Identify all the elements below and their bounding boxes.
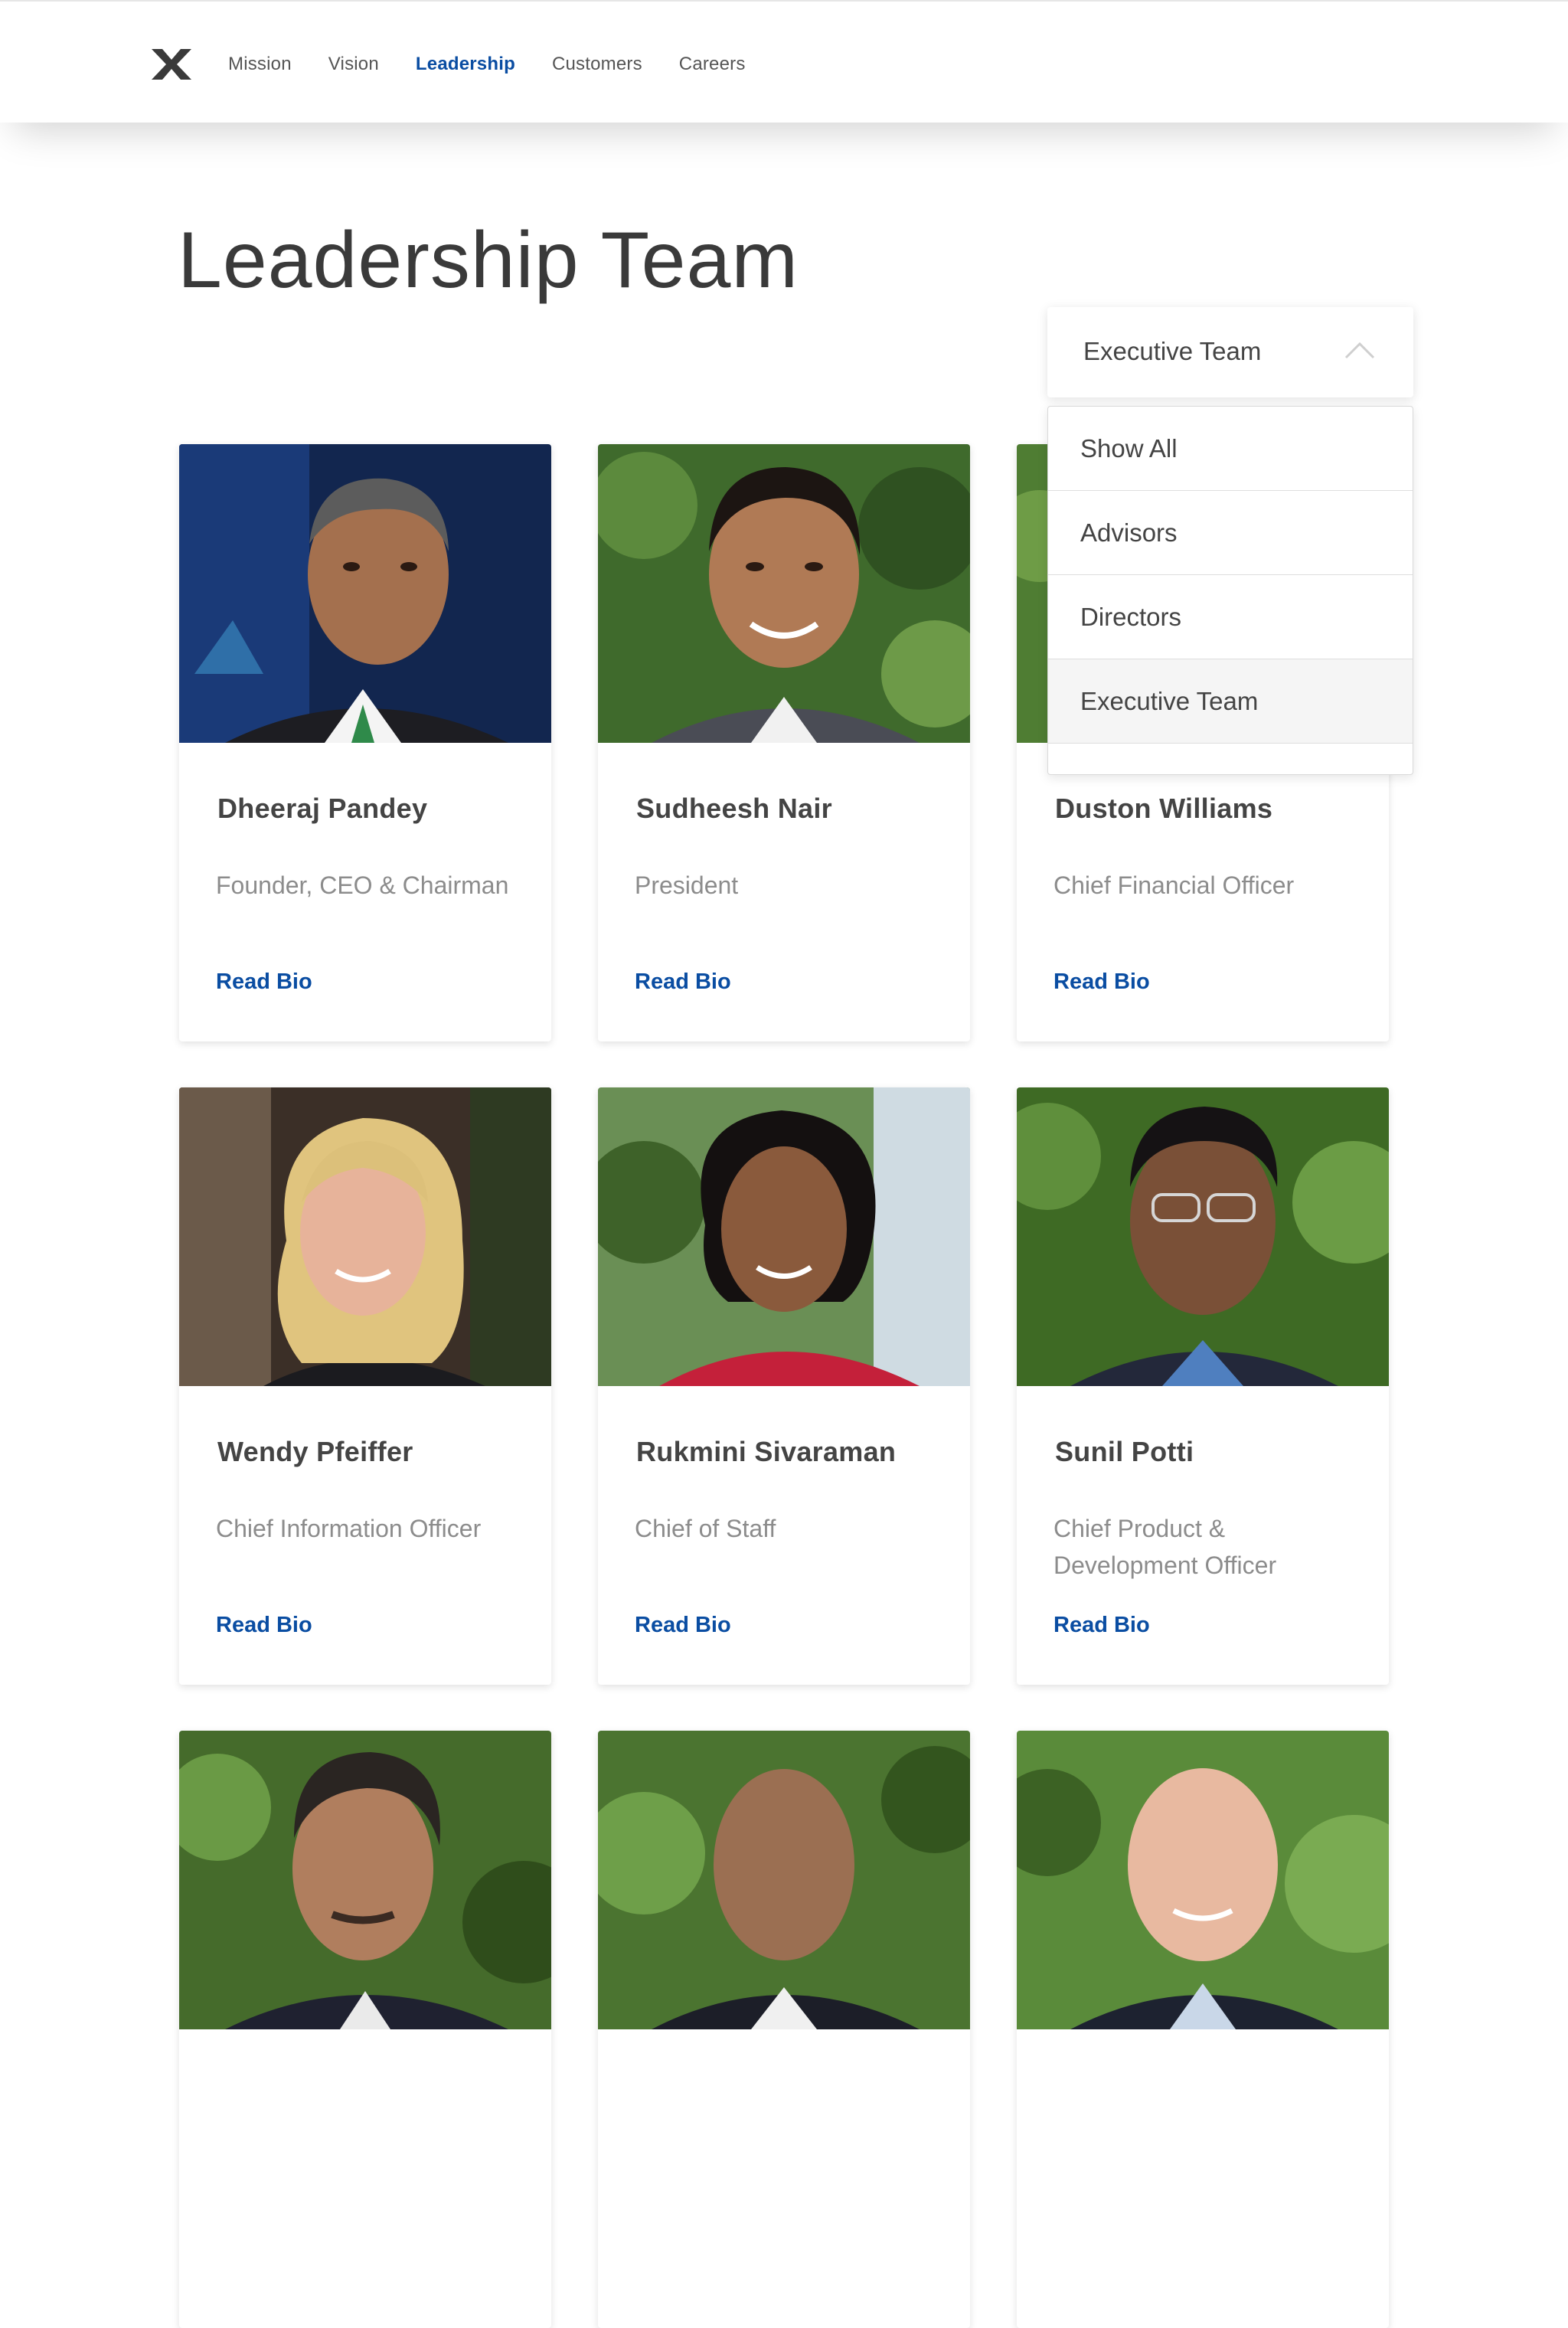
menu-item-directors[interactable]: Directors [1048,575,1413,659]
member-name: Rukmini Sivaraman [636,1436,897,1467]
read-bio-link[interactable]: Read Bio [216,1613,312,1638]
member-role: Chief Financial Officer [1054,871,1295,899]
read-bio-link[interactable]: Read Bio [635,969,731,995]
member-role: Founder, CEO & Chairman [216,871,509,899]
team-card [598,1731,970,2328]
top-navbar: Mission Vision Leadership Customers Care… [0,0,1568,123]
nav-link-vision[interactable]: Vision [328,51,379,78]
nav-link-careers[interactable]: Careers [679,51,746,78]
portrait-photo [179,1731,551,2029]
dropdown-selected-value: Executive Team [1083,337,1262,365]
team-card: Wendy Pfeiffer Chief Information Officer… [179,1087,551,1685]
team-card: Sudheesh Nair President Read Bio [598,444,970,1041]
portrait-photo [1017,1087,1389,1386]
menu-item-show-all[interactable]: Show All [1048,407,1413,491]
team-card: Rukmini Sivaraman Chief of Staff Read Bi… [598,1087,970,1685]
portrait-photo [598,1087,970,1386]
menu-item-advisors[interactable]: Advisors [1048,491,1413,575]
team-card: Sunil Potti Chief Product & Development … [1017,1087,1389,1685]
member-name: Sudheesh Nair [636,793,832,824]
team-filter-dropdown[interactable]: Executive Team [1047,307,1413,397]
member-name: Sunil Potti [1055,1436,1194,1467]
nutanix-logo[interactable] [150,47,193,81]
team-card: Dheeraj Pandey Founder, CEO & Chairman R… [179,444,551,1041]
read-bio-link[interactable]: Read Bio [635,1613,731,1638]
read-bio-link[interactable]: Read Bio [1054,969,1150,995]
member-role: Chief of Staff [635,1515,776,1542]
chevron-up-icon [1344,342,1375,359]
portrait-photo [179,1087,551,1386]
dropdown-menu: Show All Advisors Directors Executive Te… [1047,406,1413,775]
nav-link-leadership[interactable]: Leadership [416,51,515,78]
portrait-photo [598,1731,970,2029]
portrait-photo [598,444,970,743]
member-name: Duston Williams [1055,793,1273,824]
menu-item-executive-team[interactable]: Executive Team [1048,659,1413,744]
team-card [179,1731,551,2328]
member-name: Dheeraj Pandey [217,793,428,824]
read-bio-link[interactable]: Read Bio [1054,1613,1150,1638]
team-card [1017,1731,1389,2328]
portrait-photo [1017,1731,1389,2029]
member-role: Chief Information Officer [216,1515,482,1542]
portrait-photo [179,444,551,743]
member-name: Wendy Pfeiffer [217,1436,413,1467]
member-role: Chief Product & Development Officer [1054,1515,1277,1579]
nav-link-mission[interactable]: Mission [228,51,292,78]
read-bio-link[interactable]: Read Bio [216,969,312,995]
member-role: President [635,871,739,899]
nav-links: Mission Vision Leadership Customers Care… [228,51,782,78]
page-title: Leadership Team [178,216,799,305]
nav-link-customers[interactable]: Customers [552,51,642,78]
